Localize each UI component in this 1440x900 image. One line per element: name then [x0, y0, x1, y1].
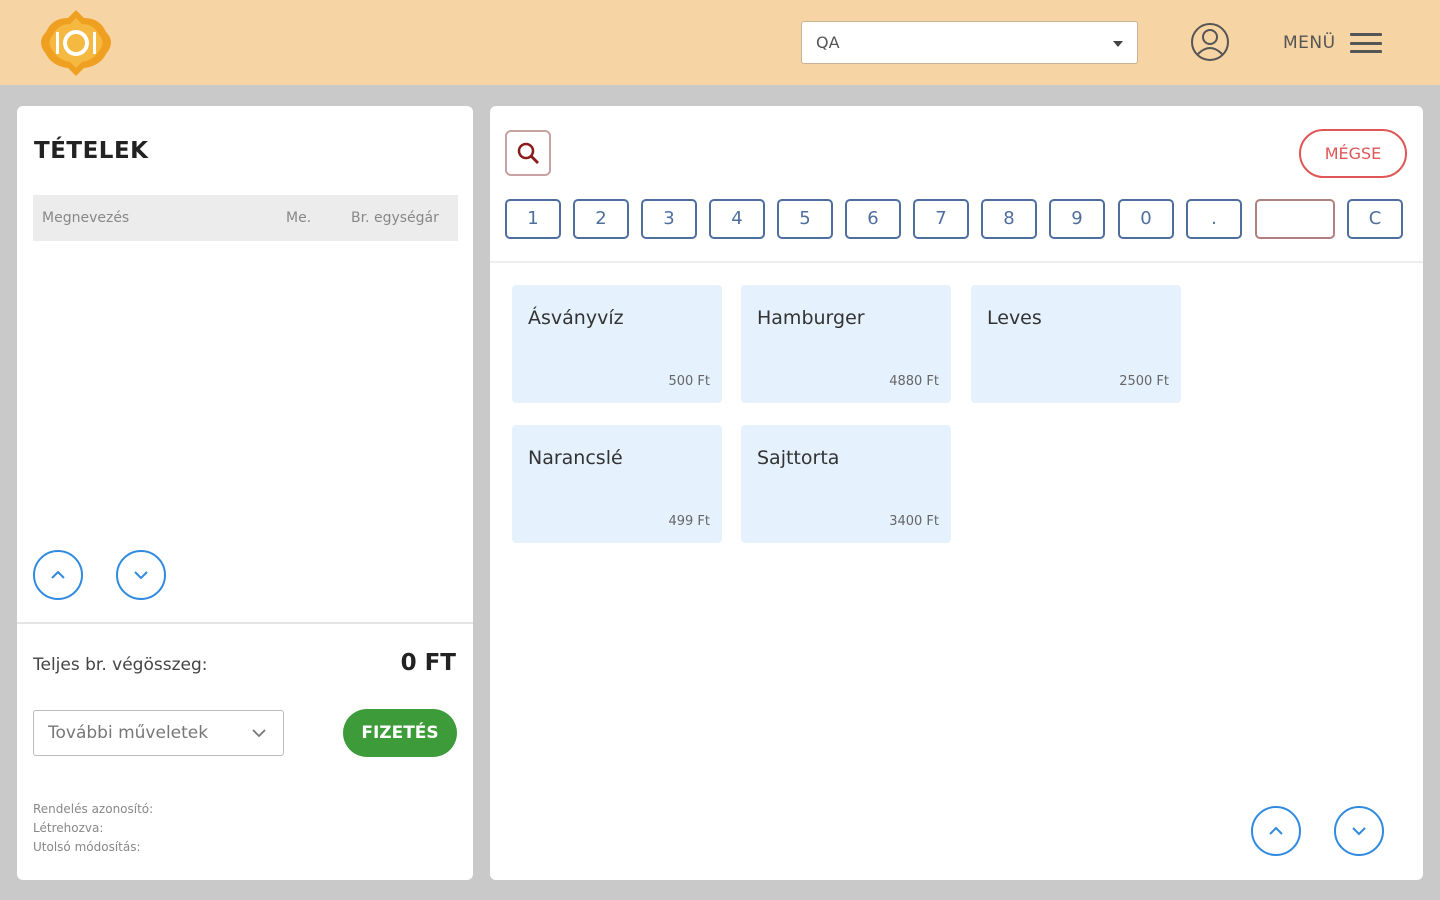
- keypad-key-4[interactable]: 4: [709, 199, 765, 239]
- more-operations-dropdown[interactable]: További műveletek: [33, 710, 284, 756]
- keypad-key-0[interactable]: 0: [1118, 199, 1174, 239]
- created-label: Létrehozva:: [33, 821, 104, 835]
- keypad-key-9[interactable]: 9: [1049, 199, 1105, 239]
- total-value: 0 FT: [400, 650, 456, 676]
- hamburger-menu-icon: [1349, 33, 1382, 53]
- column-name: Megnevezés: [42, 210, 130, 226]
- keypad-separator: [490, 261, 1423, 263]
- product-name: Hamburger: [757, 307, 865, 329]
- order-items-panel: TÉTELEK Megnevezés Me. Br. egységár Telj…: [17, 106, 473, 880]
- product-name: Ásványvíz: [528, 307, 624, 329]
- product-price: 500 Ft: [668, 374, 710, 389]
- modified-label: Utolsó módosítás:: [33, 840, 141, 854]
- product-price: 499 Ft: [668, 514, 710, 529]
- location-select-value: QA: [816, 33, 840, 52]
- top-bar: QA MENÜ: [0, 0, 1440, 85]
- column-quantity: Me.: [286, 210, 312, 226]
- location-select[interactable]: QA: [801, 21, 1138, 64]
- restaurant-plate-icon[interactable]: [36, 8, 116, 78]
- product-price: 3400 Ft: [889, 514, 939, 529]
- keypad-key-clear[interactable]: C: [1347, 199, 1403, 239]
- product-card[interactable]: Narancslé 499 Ft: [512, 425, 722, 543]
- main-menu-button[interactable]: MENÜ: [1283, 30, 1382, 56]
- menu-label: MENÜ: [1283, 33, 1336, 53]
- keypad-key-3[interactable]: 3: [641, 199, 697, 239]
- product-name: Sajttorta: [757, 447, 840, 469]
- product-price: 4880 Ft: [889, 374, 939, 389]
- product-card[interactable]: Hamburger 4880 Ft: [741, 285, 951, 403]
- chevron-up-icon: [51, 570, 65, 579]
- pay-button[interactable]: FIZETÉS: [343, 709, 457, 757]
- product-card[interactable]: Ásványvíz 500 Ft: [512, 285, 722, 403]
- user-icon[interactable]: [1190, 22, 1230, 62]
- chevron-down-icon: [1352, 827, 1366, 836]
- keypad-key-5[interactable]: 5: [777, 199, 833, 239]
- keypad-key-dot[interactable]: .: [1186, 199, 1242, 239]
- search-button[interactable]: [505, 130, 551, 176]
- keypad-key-8[interactable]: 8: [981, 199, 1037, 239]
- keypad-key-2[interactable]: 2: [573, 199, 629, 239]
- chevron-down-icon: [252, 729, 266, 738]
- panel-divider: [17, 622, 473, 624]
- product-card[interactable]: Sajttorta 3400 Ft: [741, 425, 951, 543]
- products-scroll-down-button[interactable]: [1334, 806, 1384, 856]
- dropdown-caret-icon: [1113, 41, 1123, 47]
- keypad-key-1[interactable]: 1: [505, 199, 561, 239]
- order-id-label: Rendelés azonosító:: [33, 802, 154, 816]
- product-name: Narancslé: [528, 447, 623, 469]
- items-title: TÉTELEK: [34, 138, 149, 164]
- product-price: 2500 Ft: [1119, 374, 1169, 389]
- product-card[interactable]: Leves 2500 Ft: [971, 285, 1181, 403]
- keypad-key-7[interactable]: 7: [913, 199, 969, 239]
- column-unit-price: Br. egységár: [351, 210, 439, 226]
- products-scroll-up-button[interactable]: [1251, 806, 1301, 856]
- items-table-header: Megnevezés Me. Br. egységár: [33, 195, 458, 241]
- items-scroll-down-button[interactable]: [116, 550, 166, 600]
- search-icon: [517, 142, 539, 164]
- products-panel: MÉGSE 1 2 3 4 5 6 7 8 9 0 . C Ásványvíz …: [490, 106, 1423, 880]
- cancel-button[interactable]: MÉGSE: [1299, 129, 1407, 178]
- keypad-key-6[interactable]: 6: [845, 199, 901, 239]
- chevron-up-icon: [1269, 826, 1283, 835]
- items-scroll-up-button[interactable]: [33, 550, 83, 600]
- more-operations-label: További műveletek: [48, 723, 209, 743]
- keypad-display[interactable]: [1255, 199, 1335, 239]
- total-label: Teljes br. végösszeg:: [33, 655, 208, 675]
- product-name: Leves: [987, 307, 1042, 329]
- chevron-down-icon: [134, 571, 148, 580]
